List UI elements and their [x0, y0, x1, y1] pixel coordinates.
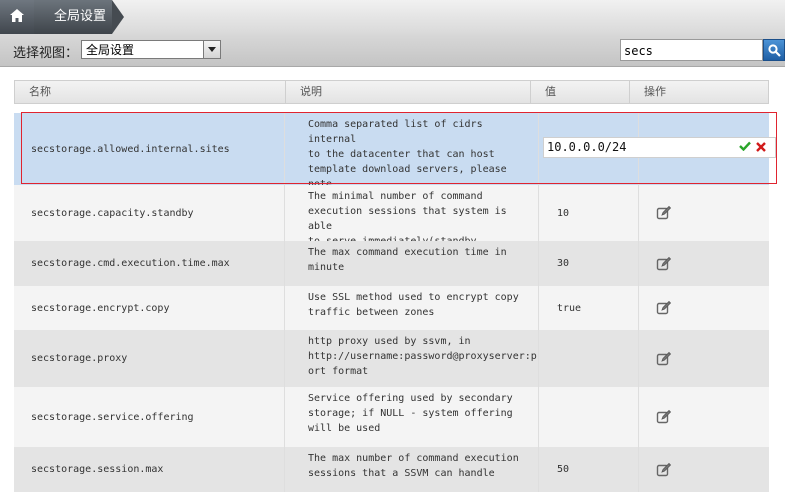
edit-icon[interactable] [656, 409, 672, 425]
description-line: http proxy used by ssvm, in [308, 336, 471, 347]
setting-name: secstorage.allowed.internal.sites [31, 143, 230, 155]
table-row[interactable]: secstorage.encrypt.copy Use SSL method us… [14, 286, 769, 330]
edit-icon[interactable] [656, 462, 672, 478]
description-line: sessions that a SSVM can handle [308, 468, 495, 479]
setting-name: secstorage.session.max [31, 464, 164, 475]
view-select-label: 选择视图： [13, 46, 79, 61]
setting-value [538, 387, 638, 447]
edit-icon[interactable] [656, 205, 672, 221]
description-line: The max number of command execution [308, 453, 519, 464]
setting-description: The max command execution time in minute [284, 241, 538, 286]
search-icon [768, 44, 781, 57]
setting-description: The minimal number of command execution s… [284, 185, 538, 262]
setting-value: 50 [538, 447, 638, 492]
setting-name: secstorage.capacity.standby [31, 207, 194, 219]
description-line: http://username:password@proxyserver:p [308, 351, 537, 362]
column-header-name[interactable]: 名称 [15, 81, 286, 103]
setting-description: http proxy used by ssvm, in http://userna… [284, 330, 538, 387]
setting-value [538, 330, 638, 387]
search-input[interactable]: secs [620, 39, 763, 61]
edit-icon[interactable] [656, 256, 672, 272]
description-line: The max command execution time in [308, 247, 507, 258]
setting-description: Service offering used by secondary storag… [284, 387, 538, 447]
table-row[interactable]: secstorage.service.offering Service offer… [14, 387, 769, 447]
table-row[interactable]: secstorage.cmd.execution.time.max The max… [14, 241, 769, 286]
setting-name: secstorage.encrypt.copy [31, 302, 170, 314]
setting-value: 10 [538, 185, 638, 241]
column-header-description[interactable]: 说明 [286, 81, 531, 103]
actions-cell [638, 185, 769, 241]
column-header-value[interactable]: 值 [531, 81, 630, 103]
home-icon [10, 9, 24, 22]
home-button[interactable] [0, 0, 34, 34]
view-toolbar: 选择视图： 全局设置 secs [0, 34, 785, 67]
edit-icon[interactable] [656, 351, 672, 367]
cancel-x-icon[interactable] [756, 142, 766, 152]
description-line: will be used [308, 423, 381, 434]
description-line: Service offering used by secondary [308, 393, 513, 404]
description-line: The minimal number of command [308, 191, 483, 202]
description-line: execution sessions that system is able [308, 206, 507, 232]
table-row[interactable]: secstorage.session.max The max number of … [14, 447, 769, 492]
actions-cell [638, 286, 769, 330]
setting-value: 30 [538, 241, 638, 286]
chevron-down-icon[interactable] [203, 41, 220, 58]
description-line: storage; if NULL - system offering [308, 408, 513, 419]
actions-cell [638, 447, 769, 492]
description-line: to the datacenter that can host [308, 149, 495, 160]
actions-cell [638, 387, 769, 447]
description-line: Use SSL method used to encrypt copy [308, 292, 519, 303]
grid-header: 名称 说明 值 操作 [14, 80, 769, 104]
view-select-value: 全局设置 [86, 43, 135, 57]
setting-value: true [538, 286, 638, 330]
column-header-actions[interactable]: 操作 [630, 81, 768, 103]
edit-icon[interactable] [656, 300, 672, 316]
actions-cell [638, 241, 769, 286]
setting-description: Comma separated list of cidrs internal to… [284, 113, 538, 205]
table-row[interactable]: secstorage.proxy http proxy used by ssvm,… [14, 330, 769, 387]
setting-description: Use SSL method used to encrypt copy traff… [284, 286, 538, 330]
search-button[interactable] [763, 39, 785, 61]
setting-name: secstorage.proxy [31, 353, 128, 364]
description-line: Comma separated list of cidrs internal [308, 119, 483, 145]
table-row[interactable]: secstorage.capacity.standby The minimal n… [14, 185, 769, 262]
breadcrumb-bar: 全局设置 [0, 0, 785, 35]
breadcrumb-current[interactable]: 全局设置 [34, 0, 124, 34]
description-line: ort format [308, 366, 369, 377]
actions-cell [638, 330, 769, 387]
setting-description: The max number of command execution sessi… [284, 447, 538, 492]
view-select[interactable]: 全局设置 [81, 40, 221, 59]
confirm-check-icon[interactable] [739, 141, 751, 151]
description-line: minute [308, 262, 345, 273]
description-line: traffic between zones [308, 307, 435, 318]
setting-name: secstorage.cmd.execution.time.max [31, 258, 230, 269]
setting-name: secstorage.service.offering [31, 411, 194, 423]
